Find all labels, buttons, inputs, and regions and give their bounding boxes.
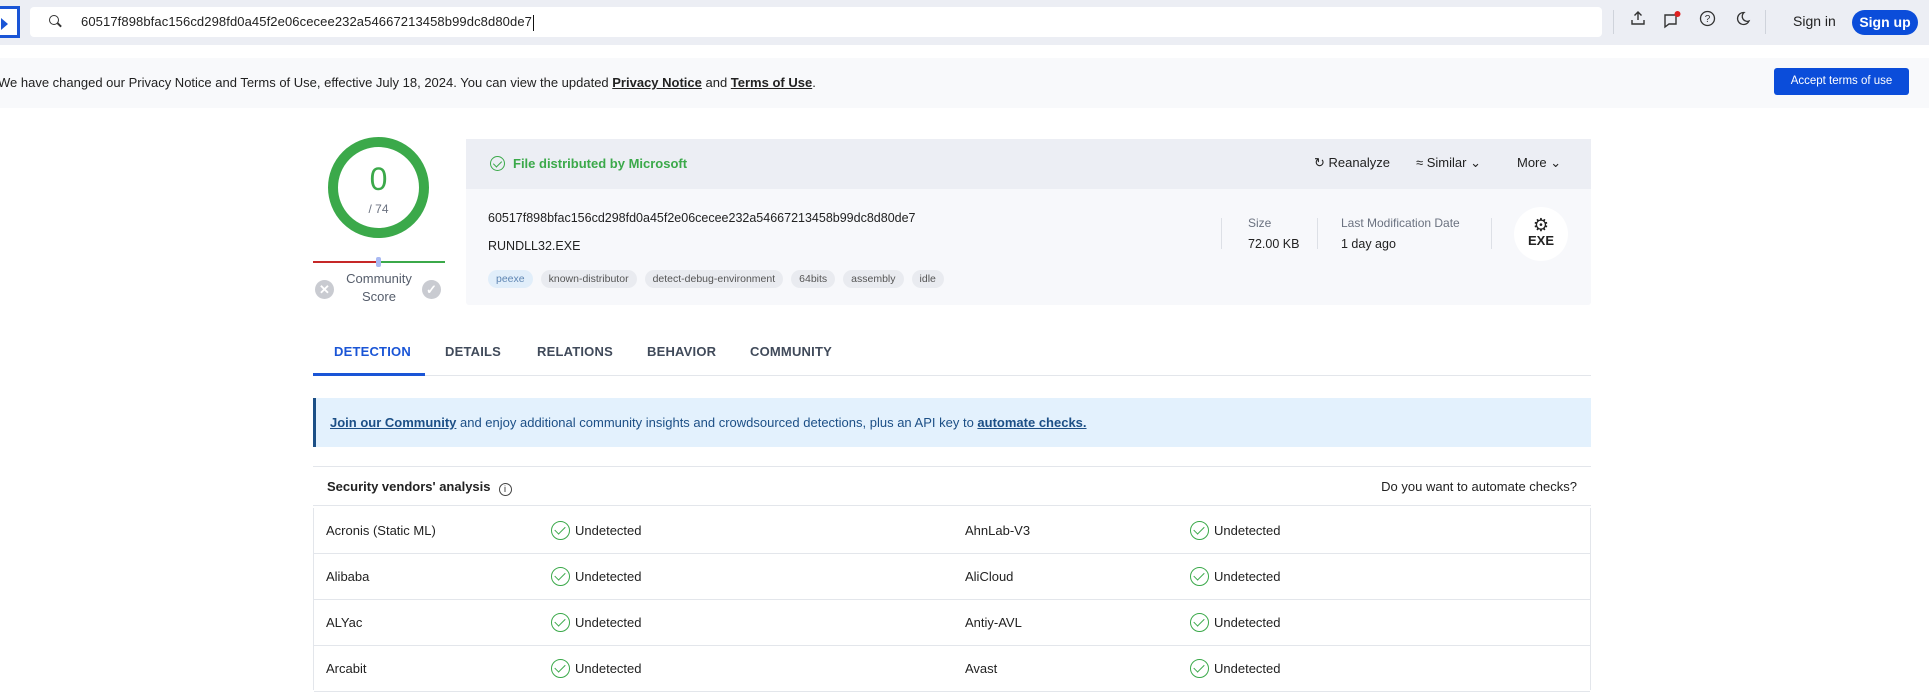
vendor-result: Undetected: [575, 615, 642, 630]
notice-text-end: .: [812, 75, 816, 90]
similar-button[interactable]: ≈ Similar ⌄: [1416, 155, 1481, 171]
search-input[interactable]: 60517f898bfac156cd298fd0a45f2e06cecee232…: [30, 7, 1602, 37]
chevron-down-icon: ⌄: [1470, 155, 1482, 170]
tag[interactable]: assembly: [843, 270, 904, 288]
search-value: 60517f898bfac156cd298fd0a45f2e06cecee232…: [81, 14, 532, 29]
vendor-row: Arcabit Undetected Avast Undetected: [314, 646, 1590, 692]
community-score-marker: [376, 257, 381, 267]
vendor-name: ALYac: [326, 615, 363, 630]
vendor-name: Acronis (Static ML): [326, 523, 436, 538]
tag[interactable]: known-distributor: [540, 270, 637, 288]
vendor-name: Avast: [965, 661, 998, 676]
tag[interactable]: peexe: [488, 270, 533, 288]
vendor-name: Alibaba: [326, 569, 370, 584]
vendor-row: Acronis (Static ML) Undetected AhnLab-V3 Un…: [314, 508, 1590, 554]
vendor-row: ALYac Undetected Antiy-AVL Undetected: [314, 600, 1590, 646]
vendor-name: Arcabit: [326, 661, 367, 676]
join-community-link[interactable]: Join our Community: [330, 415, 456, 430]
sign-in-link[interactable]: Sign in: [1793, 13, 1836, 29]
vendor-result: Undetected: [1214, 569, 1281, 584]
check-circle-icon: [1190, 613, 1209, 632]
help-icon[interactable]: ?: [1696, 10, 1718, 32]
vote-harmful-icon[interactable]: ✕: [315, 280, 334, 299]
tab-details[interactable]: DETAILS: [445, 344, 501, 359]
check-circle-icon: [1190, 567, 1209, 586]
community-score-label: Community Score: [346, 271, 412, 304]
terms-of-use-link[interactable]: Terms of Use: [731, 75, 812, 90]
community-bar-negative: [313, 261, 377, 263]
active-tab-indicator: [313, 373, 425, 376]
more-button[interactable]: More ⌄: [1517, 155, 1561, 171]
detection-total: / 74: [368, 202, 389, 216]
tab-behavior[interactable]: BEHAVIOR: [647, 344, 716, 359]
vendor-name: Antiy-AVL: [965, 615, 1022, 630]
tag[interactable]: idle: [911, 270, 944, 288]
automate-checks-prompt[interactable]: Do you want to automate checks?: [1381, 479, 1577, 494]
check-circle-icon: [551, 521, 570, 540]
detection-score-ring: 0 / 74: [328, 137, 429, 238]
vendor-name: AhnLab-V3: [965, 523, 1031, 538]
search-icon: [49, 15, 59, 25]
check-circle-icon: [1190, 659, 1209, 678]
vendor-result: Undetected: [1214, 661, 1281, 676]
tab-bar: DETECTION DETAILS RELATIONS BEHAVIOR COM…: [313, 330, 1591, 376]
community-banner: Join our Community and enjoy additional …: [313, 398, 1591, 447]
info-icon[interactable]: i: [498, 483, 512, 496]
dark-mode-icon[interactable]: [1731, 10, 1753, 32]
vendors-table: Acronis (Static ML) Undetected AhnLab-V3 Un…: [313, 508, 1591, 692]
check-circle-icon: [551, 659, 570, 678]
svg-text:?: ?: [1704, 14, 1710, 25]
terms-notice: We have changed our Privacy Notice and T…: [0, 58, 1929, 108]
vendor-result: Undetected: [575, 569, 642, 584]
exe-file-type-icon: ⚙ EXE: [1514, 207, 1568, 261]
detection-count: 0: [369, 161, 388, 197]
banner-text: and enjoy additional community insights …: [456, 415, 978, 430]
date-value: 1 day ago: [1341, 237, 1396, 251]
community-bar-positive: [379, 261, 445, 263]
check-circle-icon: [490, 156, 505, 171]
reanalyze-button[interactable]: ↻ Reanalyze: [1314, 155, 1390, 171]
vendors-header: Security vendors' analysis i Do you want …: [313, 466, 1591, 506]
size-label: Size: [1248, 216, 1272, 230]
size-value: 72.00 KB: [1248, 237, 1300, 251]
distributor-badge: File distributed by Microsoft: [490, 156, 687, 171]
vendor-name: AliCloud: [965, 569, 1014, 584]
logo-icon[interactable]: [0, 6, 20, 38]
top-bar: 60517f898bfac156cd298fd0a45f2e06cecee232…: [0, 0, 1929, 45]
notice-text: We have changed our Privacy Notice and T…: [0, 75, 613, 90]
tab-relations[interactable]: RELATIONS: [537, 344, 613, 359]
vendor-result: Undetected: [575, 523, 642, 538]
check-circle-icon: [1190, 521, 1209, 540]
automate-checks-link[interactable]: automate checks.: [977, 415, 1086, 430]
notice-text-mid: and: [701, 75, 731, 90]
check-circle-icon: [551, 613, 570, 632]
vendor-result: Undetected: [1214, 615, 1281, 630]
sign-up-button[interactable]: Sign up: [1852, 10, 1918, 35]
chevron-down-icon: ⌄: [1550, 155, 1562, 170]
privacy-notice-link[interactable]: Privacy Notice: [612, 75, 702, 90]
vendor-result: Undetected: [575, 661, 642, 676]
tab-detection[interactable]: DETECTION: [334, 344, 411, 359]
upload-icon[interactable]: [1627, 10, 1649, 32]
tag[interactable]: 64bits: [791, 270, 836, 288]
file-name: RUNDLL32.EXE: [488, 239, 581, 253]
file-summary-card: File distributed by Microsoft ↻ Reanalyz…: [466, 139, 1591, 305]
date-label: Last Modification Date: [1341, 216, 1460, 230]
accept-terms-button[interactable]: Accept terms of use: [1774, 68, 1909, 95]
check-circle-icon: [551, 567, 570, 586]
file-hash[interactable]: 60517f898bfac156cd298fd0a45f2e06cecee232…: [488, 211, 916, 225]
tag-list: peexe known-distributor detect-debug-envir…: [488, 270, 944, 288]
vendors-title: Security vendors' analysis: [327, 479, 491, 494]
tab-community[interactable]: COMMUNITY: [750, 344, 832, 359]
vote-harmless-icon[interactable]: ✓: [422, 280, 441, 299]
tag[interactable]: detect-debug-environment: [644, 270, 784, 288]
vendor-result: Undetected: [1214, 523, 1281, 538]
vendor-row: Alibaba Undetected AliCloud Undetected: [314, 554, 1590, 600]
chat-icon[interactable]: [1661, 10, 1683, 32]
